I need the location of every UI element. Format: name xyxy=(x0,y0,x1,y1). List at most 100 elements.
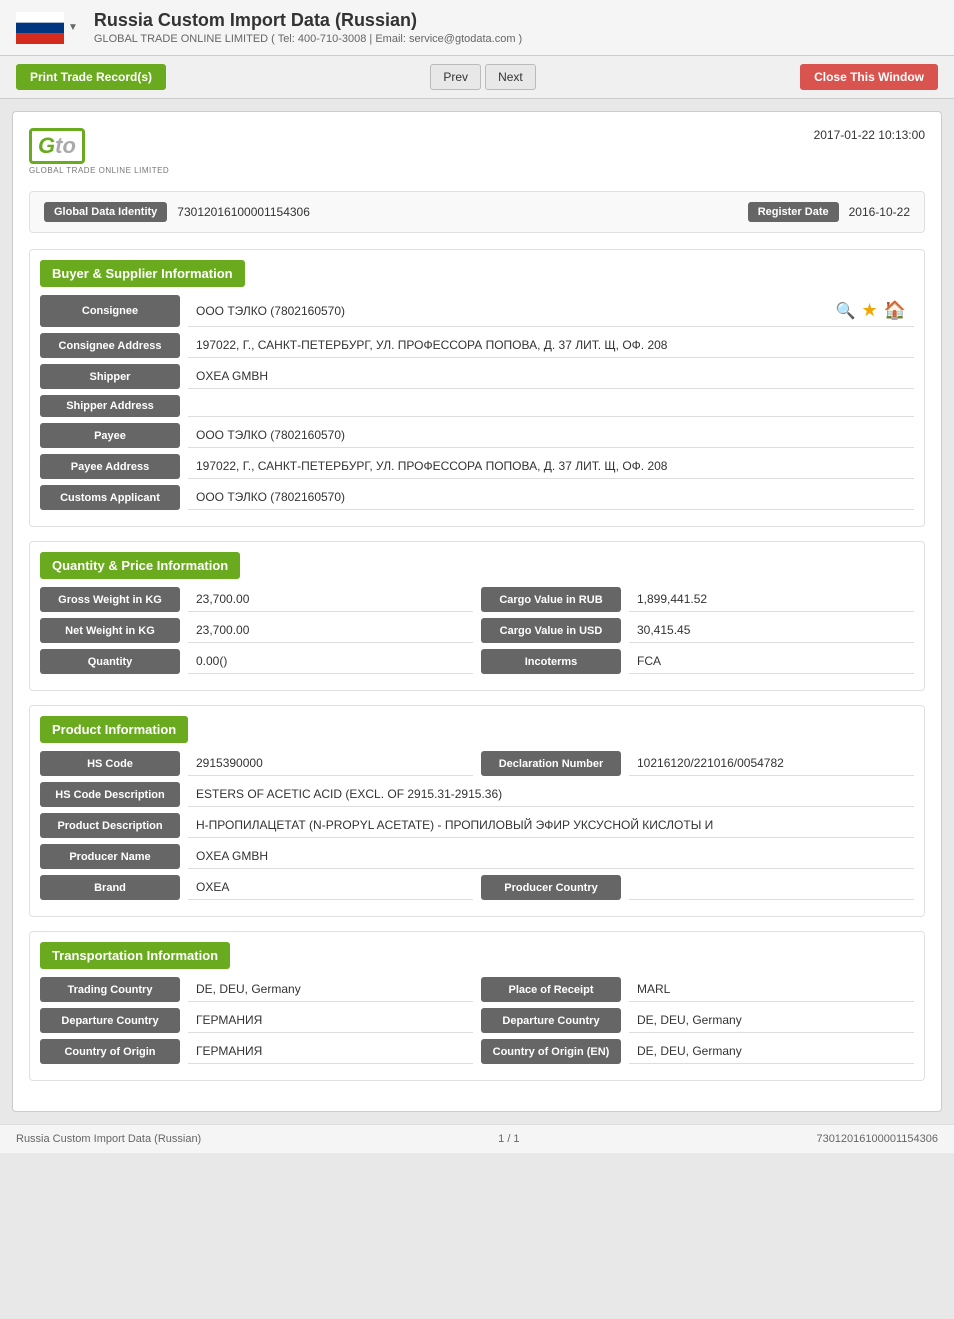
identity-row: Global Data Identity 7301201610000115430… xyxy=(29,191,925,233)
payee-row: Payee ООО ТЭЛКО (7802160570) xyxy=(40,423,914,448)
producer-country-half: Producer Country xyxy=(481,875,914,900)
product-desc-label: Product Description xyxy=(40,813,180,838)
quantity-value: 0.00() xyxy=(188,649,473,674)
close-window-button[interactable]: Close This Window xyxy=(800,64,938,90)
departure-country-half: Departure Country ГЕРМАНИЯ xyxy=(40,1008,473,1033)
net-weight-value: 23,700.00 xyxy=(188,618,473,643)
departure-country-en-half: Departure Country DE, DEU, Germany xyxy=(481,1008,914,1033)
producer-name-row: Producer Name OXEA GMBH xyxy=(40,844,914,869)
incoterms-value: FCA xyxy=(629,649,914,674)
hs-code-half: HS Code 2915390000 xyxy=(40,751,473,776)
logo-box: G t o xyxy=(29,128,85,164)
product-table: HS Code 2915390000 Declaration Number 10… xyxy=(30,751,924,916)
gross-weight-half: Gross Weight in KG 23,700.00 xyxy=(40,587,473,612)
consignee-actions: 🔍 ★ 🏠 xyxy=(836,300,906,321)
footer-left: Russia Custom Import Data (Russian) xyxy=(16,1133,201,1145)
footer-right: 73012016100001154306 xyxy=(816,1133,938,1145)
shipper-address-label: Shipper Address xyxy=(40,395,180,417)
cargo-rub-half: Cargo Value in RUB 1,899,441.52 xyxy=(481,587,914,612)
print-button[interactable]: Print Trade Record(s) xyxy=(16,64,166,90)
footer-center: 1 / 1 xyxy=(498,1133,519,1145)
declaration-number-label: Declaration Number xyxy=(481,751,621,776)
payee-value: ООО ТЭЛКО (7802160570) xyxy=(188,423,914,448)
departure-country-value: ГЕРМАНИЯ xyxy=(188,1008,473,1033)
logo-o: o xyxy=(62,133,75,159)
payee-address-label: Payee Address xyxy=(40,454,180,479)
search-icon[interactable]: 🔍 xyxy=(836,301,856,321)
home-icon[interactable]: 🏠 xyxy=(884,300,906,321)
gross-weight-label: Gross Weight in KG xyxy=(40,587,180,612)
country-origin-en-half: Country of Origin (EN) DE, DEU, Germany xyxy=(481,1039,914,1064)
footer-bar: Russia Custom Import Data (Russian) 1 / … xyxy=(0,1124,954,1153)
cargo-usd-label: Cargo Value in USD xyxy=(481,618,621,643)
country-of-origin-label: Country of Origin xyxy=(40,1039,180,1064)
trading-country-label: Trading Country xyxy=(40,977,180,1002)
quantity-incoterms-row: Quantity 0.00() Incoterms FCA xyxy=(40,649,914,674)
consignee-row: Consignee ООО ТЭЛКО (7802160570) 🔍 ★ 🏠 xyxy=(40,295,914,327)
origin-row: Country of Origin ГЕРМАНИЯ Country of Or… xyxy=(40,1039,914,1064)
producer-name-label: Producer Name xyxy=(40,844,180,869)
consignee-address-row: Consignee Address 197022, Г., САНКТ-ПЕТЕ… xyxy=(40,333,914,358)
payee-label: Payee xyxy=(40,423,180,448)
global-data-identity-value: 73012016100001154306 xyxy=(177,205,737,219)
next-button[interactable]: Next xyxy=(485,64,536,90)
consignee-label: Consignee xyxy=(40,295,180,327)
buyer-supplier-table: Consignee ООО ТЭЛКО (7802160570) 🔍 ★ 🏠 C… xyxy=(30,295,924,526)
logo-area: G t o GLOBAL TRADE ONLINE LIMITED xyxy=(29,128,169,175)
place-receipt-half: Place of Receipt MARL xyxy=(481,977,914,1002)
producer-name-value: OXEA GMBH xyxy=(188,844,914,869)
cargo-usd-value: 30,415.45 xyxy=(629,618,914,643)
hs-desc-row: HS Code Description ESTERS OF ACETIC ACI… xyxy=(40,782,914,807)
producer-country-value xyxy=(629,875,914,900)
page-subtitle: GLOBAL TRADE ONLINE LIMITED ( Tel: 400-7… xyxy=(94,33,938,45)
product-desc-row: Product Description Н-ПРОПИЛАЦЕТАТ (N-PR… xyxy=(40,813,914,838)
header-bar: ▼ Russia Custom Import Data (Russian) GL… xyxy=(0,0,954,56)
country-of-origin-value: ГЕРМАНИЯ xyxy=(188,1039,473,1064)
logo-g: G xyxy=(38,133,55,159)
hs-code-label: HS Code xyxy=(40,751,180,776)
product-section: Product Information HS Code 2915390000 D… xyxy=(29,705,925,917)
transportation-header: Transportation Information xyxy=(40,942,230,969)
quantity-price-header: Quantity & Price Information xyxy=(40,552,240,579)
prev-button[interactable]: Prev xyxy=(430,64,481,90)
brand-producer-country-row: Brand OXEA Producer Country xyxy=(40,875,914,900)
consignee-value-cell: ООО ТЭЛКО (7802160570) 🔍 ★ 🏠 xyxy=(188,295,914,327)
place-receipt-value: MARL xyxy=(629,977,914,1002)
trading-country-half: Trading Country DE, DEU, Germany xyxy=(40,977,473,1002)
record-date: 2017-01-22 10:13:00 xyxy=(814,128,925,142)
flag-dropdown[interactable]: ▼ xyxy=(68,22,78,33)
cargo-rub-value: 1,899,441.52 xyxy=(629,587,914,612)
star-icon[interactable]: ★ xyxy=(861,300,877,321)
brand-value: OXEA xyxy=(188,875,473,900)
hs-decl-row: HS Code 2915390000 Declaration Number 10… xyxy=(40,751,914,776)
hs-desc-label: HS Code Description xyxy=(40,782,180,807)
country-of-origin-en-value: DE, DEU, Germany xyxy=(629,1039,914,1064)
producer-country-label: Producer Country xyxy=(481,875,621,900)
shipper-value: OXEA GMBH xyxy=(188,364,914,389)
toolbar: Print Trade Record(s) Prev Next Close Th… xyxy=(0,56,954,99)
departure-country-en-label: Departure Country xyxy=(481,1008,621,1033)
transportation-table: Trading Country DE, DEU, Germany Place o… xyxy=(30,977,924,1080)
logo-wrap: G t o xyxy=(29,128,169,164)
payee-address-value: 197022, Г., САНКТ-ПЕТЕРБУРГ, УЛ. ПРОФЕСС… xyxy=(188,454,914,479)
shipper-row: Shipper OXEA GMBH xyxy=(40,364,914,389)
shipper-address-row: Shipper Address xyxy=(40,395,914,417)
incoterms-half: Incoterms FCA xyxy=(481,649,914,674)
register-date-label: Register Date xyxy=(748,202,839,222)
trading-receipt-row: Trading Country DE, DEU, Germany Place o… xyxy=(40,977,914,1002)
cargo-usd-half: Cargo Value in USD 30,415.45 xyxy=(481,618,914,643)
flag-container: ▼ xyxy=(16,12,78,44)
quantity-label: Quantity xyxy=(40,649,180,674)
place-receipt-label: Place of Receipt xyxy=(481,977,621,1002)
header-text: Russia Custom Import Data (Russian) GLOB… xyxy=(94,10,938,45)
departure-country-label: Departure Country xyxy=(40,1008,180,1033)
trading-country-value: DE, DEU, Germany xyxy=(188,977,473,1002)
quantity-half: Quantity 0.00() xyxy=(40,649,473,674)
net-weight-label: Net Weight in KG xyxy=(40,618,180,643)
country-origin-half: Country of Origin ГЕРМАНИЯ xyxy=(40,1039,473,1064)
quantity-price-table: Gross Weight in KG 23,700.00 Cargo Value… xyxy=(30,587,924,690)
register-date-value: 2016-10-22 xyxy=(849,205,910,219)
main-content: G t o GLOBAL TRADE ONLINE LIMITED 2017-0… xyxy=(12,111,942,1112)
departure-row: Departure Country ГЕРМАНИЯ Departure Cou… xyxy=(40,1008,914,1033)
brand-half: Brand OXEA xyxy=(40,875,473,900)
